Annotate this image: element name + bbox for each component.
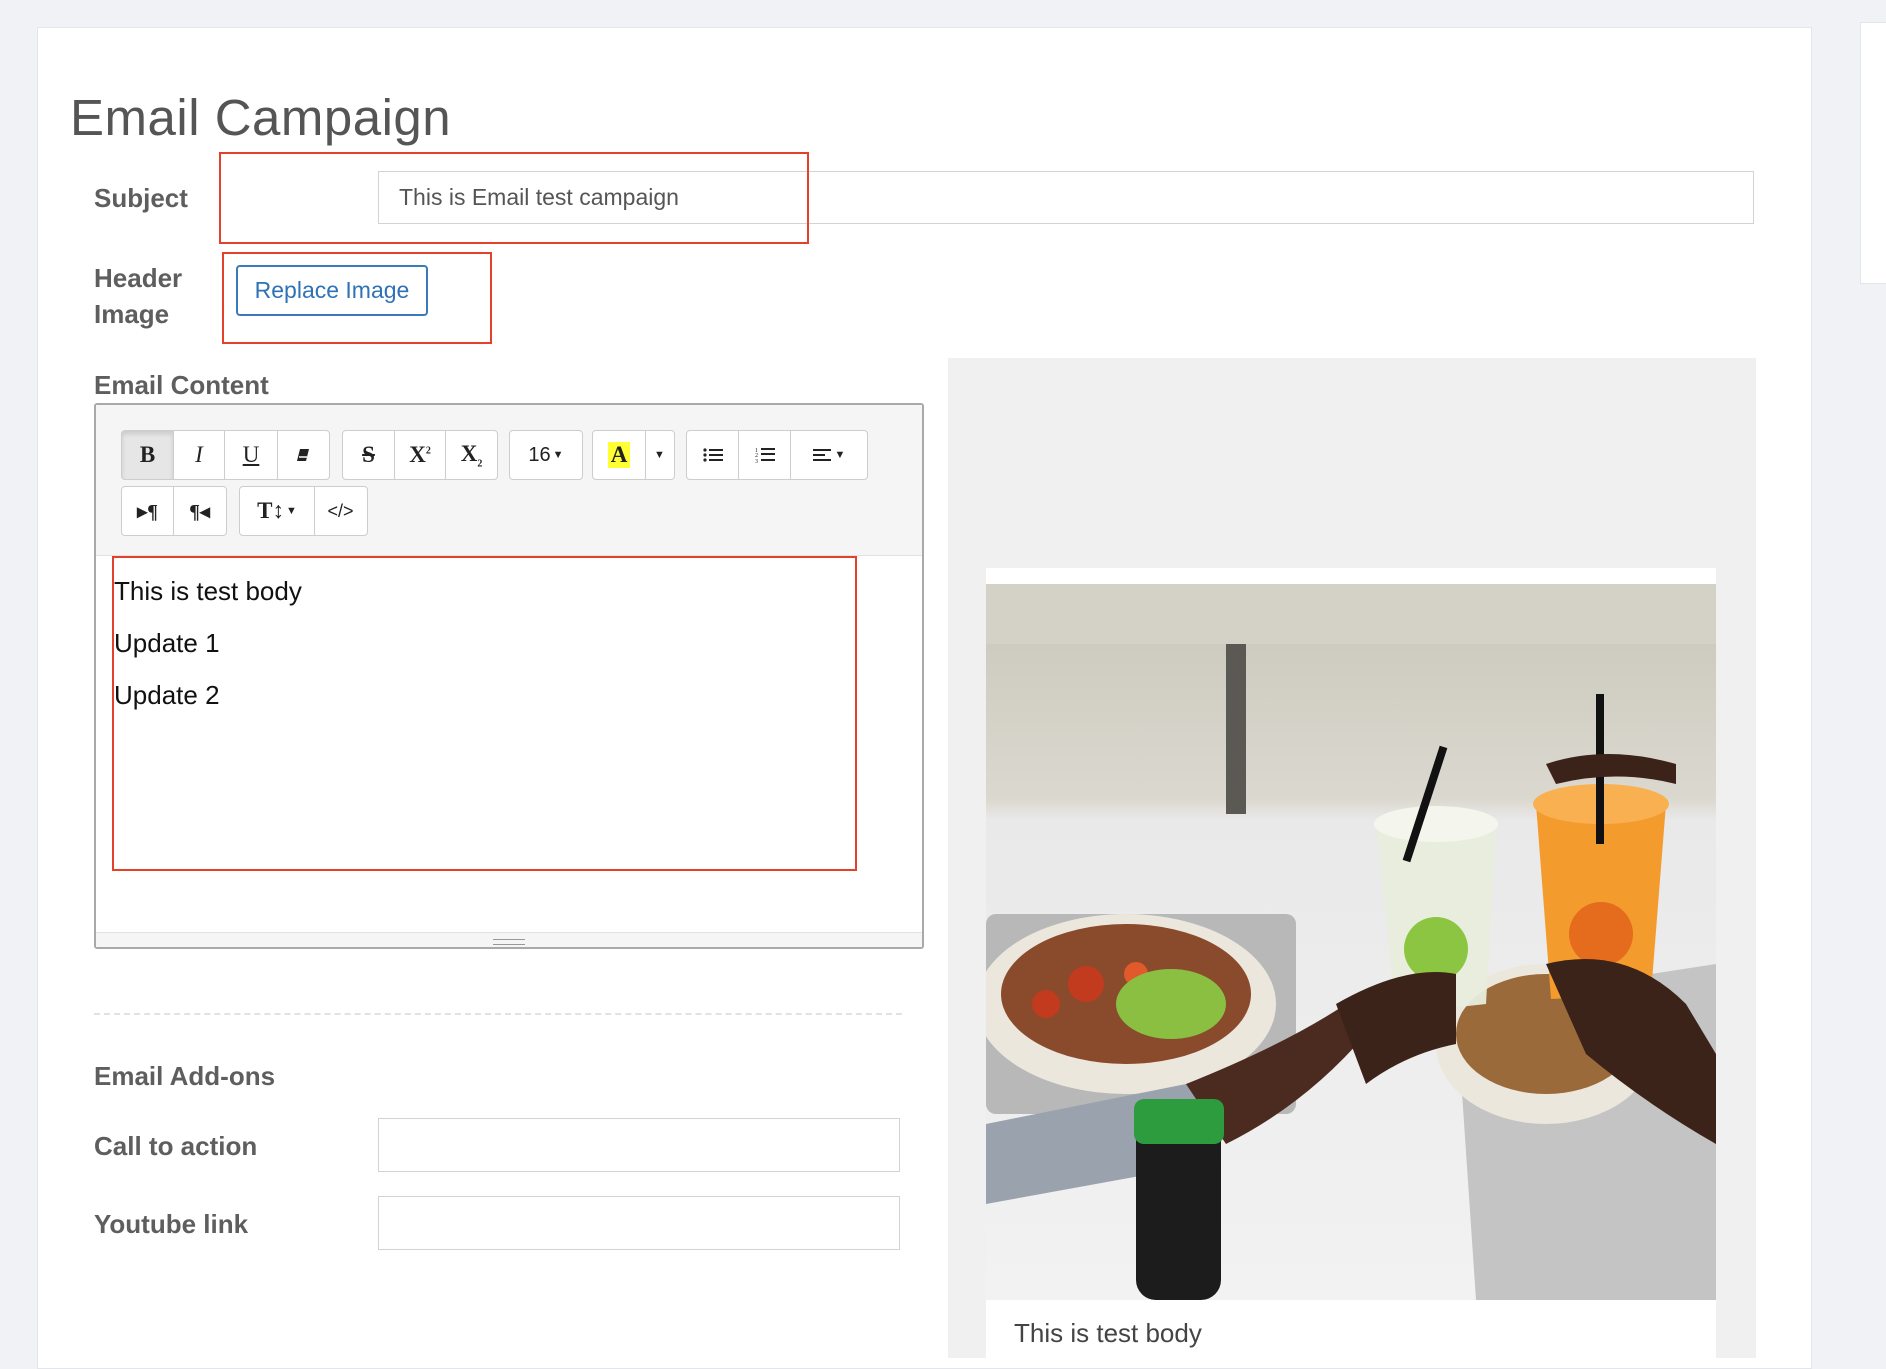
color-button-group: A ▼ [592, 430, 675, 480]
subscript-button[interactable]: X2 [445, 430, 498, 480]
align-left-icon [812, 449, 831, 461]
italic-button[interactable]: I [172, 430, 226, 480]
bullet-list-icon [702, 448, 723, 462]
rtl-icon: ¶◂ [189, 500, 210, 523]
bold-icon: B [139, 442, 156, 467]
clear-format-button[interactable] [276, 430, 330, 480]
color-dropdown-button[interactable]: ▼ [644, 430, 675, 480]
italic-icon: I [195, 442, 203, 467]
align-dropdown[interactable]: ▼ [790, 430, 868, 480]
header-image-graphic [986, 584, 1716, 1300]
underline-button[interactable]: U [224, 430, 278, 480]
caret-down-icon: ▼ [552, 449, 564, 461]
youtube-link-label: Youtube link [94, 1209, 249, 1239]
underline-icon: U [242, 442, 260, 467]
subject-label: Subject [94, 183, 188, 213]
subject-input[interactable]: This is Email test campaign [378, 171, 1754, 224]
font-color-icon: A [607, 442, 631, 468]
youtube-link-input[interactable] [378, 1196, 900, 1250]
editor-content[interactable]: This is test body Update 1 Update 2 [114, 565, 894, 721]
header-image [986, 584, 1716, 1300]
strikethrough-icon: S [362, 442, 375, 467]
font-size-group: 16 ▼ [509, 430, 583, 480]
style-button-group: B I U [121, 430, 330, 480]
caret-down-icon: ▼ [654, 449, 665, 461]
strikethrough-button[interactable]: S [342, 430, 395, 480]
editor-line: Update 1 [114, 628, 220, 658]
email-content-label: Email Content [94, 370, 269, 400]
section-divider [94, 1013, 902, 1015]
direction-button-group: ▸¶ ¶◂ [121, 486, 227, 536]
paragraph-button-group: 1 2 3 ▼ [686, 430, 868, 480]
editor-line: Update 2 [114, 680, 220, 710]
ltr-icon: ▸¶ [137, 500, 158, 523]
rtl-button[interactable]: ¶◂ [172, 486, 227, 536]
font-size-value: 16 [528, 443, 551, 466]
call-to-action-label: Call to action [94, 1131, 258, 1161]
call-to-action-input[interactable] [378, 1118, 900, 1172]
svg-text:3: 3 [755, 459, 758, 464]
caret-down-icon: ▼ [285, 505, 297, 517]
code-view-button[interactable]: </> [313, 486, 368, 536]
caret-down-icon: ▼ [834, 449, 846, 461]
header-image-label-line1: Header [94, 263, 183, 293]
superscript-icon: X2 [409, 442, 431, 467]
editor-resize-handle[interactable] [96, 932, 922, 947]
editor-toolbar: B I U S X2 X2 16 ▼ A ▼ 1 2 3 ▼ ▸¶ ¶◂ T↕ … [96, 405, 922, 556]
line-height-dropdown[interactable]: T↕ ▼ [239, 486, 315, 536]
unordered-list-button[interactable] [686, 430, 739, 480]
superscript-button[interactable]: X2 [393, 430, 447, 480]
code-icon: </> [327, 500, 354, 521]
editor-line: This is test body [114, 576, 302, 606]
font-size-dropdown[interactable]: 16 ▼ [509, 430, 583, 480]
email-addons-heading: Email Add-ons [94, 1061, 276, 1091]
numbered-list-icon: 1 2 3 [755, 448, 775, 464]
subscript-icon: X2 [460, 440, 483, 470]
email-preview-panel: This is test body [948, 358, 1756, 1368]
ordered-list-button[interactable]: 1 2 3 [737, 430, 792, 480]
email-preview-card: This is test body [986, 568, 1716, 1368]
page-title: Email Campaign [70, 89, 452, 146]
font-color-button[interactable]: A [592, 430, 646, 480]
bold-button[interactable]: B [121, 430, 174, 480]
eraser-icon [297, 449, 309, 461]
misc-button-group: T↕ ▼ </> [239, 486, 368, 536]
preview-body-text: This is test body [1014, 1318, 1202, 1348]
text-height-icon: T↕ [257, 498, 284, 523]
grip-icon [493, 939, 525, 945]
ltr-button[interactable]: ▸¶ [121, 486, 174, 536]
rich-text-editor: B I U S X2 X2 16 ▼ A ▼ 1 2 3 ▼ ▸¶ ¶◂ T↕ … [94, 403, 924, 949]
replace-image-button[interactable]: Replace Image [236, 265, 428, 316]
header-image-label-line2: Image [94, 299, 170, 329]
side-panel [1860, 22, 1886, 284]
script-button-group: S X2 X2 [342, 430, 498, 480]
